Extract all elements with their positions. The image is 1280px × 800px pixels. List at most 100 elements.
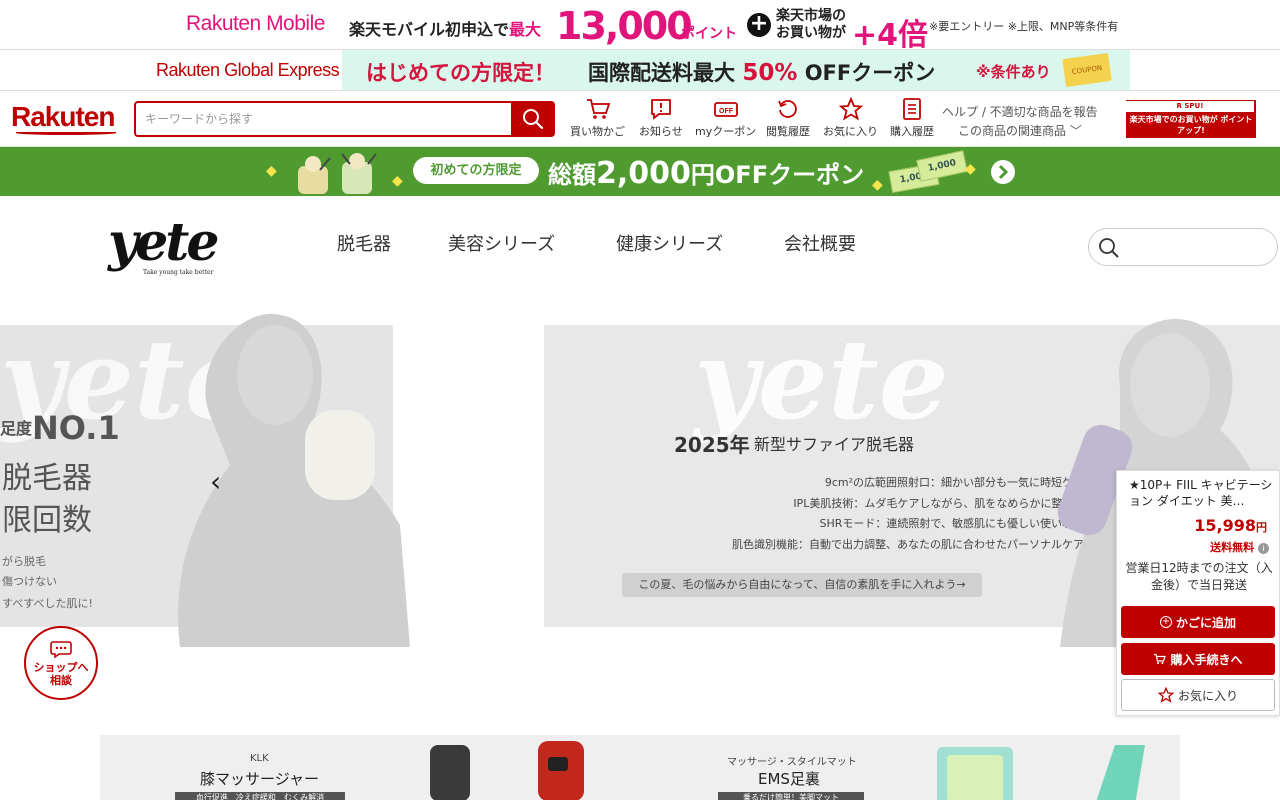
chat-label-line1: ショップへ: [33, 661, 89, 674]
ghost-logo: yete: [694, 315, 949, 444]
first-time-coupon-banner[interactable]: ◆ ◆ 初めての方限定 総額2,000円OFFクーポン 1,000 1,000 …: [0, 147, 1280, 196]
product-category-strip[interactable]: KLK 膝マッサージャー 血行促進 冷え症緩和 むくみ解消 マッサージ・スタイル…: [100, 735, 1180, 800]
carousel-prev-button[interactable]: ‹: [210, 465, 221, 498]
feature-item: SHRモード：連続照射で、敏感肌にも優しい使い心地: [819, 517, 1084, 530]
search-icon: [523, 109, 544, 130]
rakuten-mobile-logo: Rakuten Mobile: [186, 12, 325, 35]
plus-icon: +: [747, 13, 771, 37]
global-first-time-text: はじめての方限定！: [366, 61, 555, 85]
nav-browsing-history-label: 閲覧履歴: [766, 125, 810, 138]
slide-headline: 新型サファイア脱毛器: [754, 435, 915, 454]
coupon-icon: OFF: [713, 102, 738, 117]
search-button[interactable]: [511, 101, 555, 137]
ems-mat-image: [937, 745, 1145, 800]
feature-item: IPL美肌技術：ムダ毛ケアしながら、肌をなめらかに整える: [793, 496, 1084, 510]
left-line2: 限回数: [2, 503, 92, 538]
nav-cart-label: 買い物かご: [570, 125, 625, 138]
left-line1: 脱毛器: [2, 461, 92, 496]
shop-logo[interactable]: yete: [108, 212, 219, 273]
nav-my-coupon[interactable]: OFF myクーポン: [695, 97, 756, 139]
cart-price: 15,998円: [1194, 516, 1267, 535]
help-report-link[interactable]: ヘルプ / 不適切な商品を報告: [942, 103, 1098, 122]
nav-my-coupon-label: myクーポン: [695, 125, 757, 138]
shop-nav-hair-removal[interactable]: 脱毛器: [337, 230, 391, 256]
shop-nav-company[interactable]: 会社概要: [784, 230, 856, 256]
feature-item: 9cm²の広範囲照射口：細かい部分も一気に時短ケア: [824, 476, 1084, 489]
left-small2: 傷つけない: [2, 575, 57, 588]
spu-badge-top: R SPU!: [1126, 101, 1254, 112]
nav-favorites-label: お気に入り: [823, 125, 878, 138]
plus-circle-icon: +: [1159, 616, 1172, 628]
chat-label-line2: 相談: [50, 674, 72, 687]
nav-notifications-label: お知らせ: [639, 125, 683, 138]
bill-icon: 1,000: [916, 150, 968, 182]
history-icon: [778, 100, 797, 118]
global-condition-text: ※条件あり: [976, 63, 1051, 81]
global-express-banner[interactable]: Rakuten Global Express はじめての方限定！ 国際配送料最大…: [0, 50, 1280, 91]
related-products-link[interactable]: この商品の関連商品 ﹀: [942, 122, 1098, 141]
sparkle-icon: ◆: [965, 161, 976, 177]
left-small3: すべすべした肌に!: [2, 597, 93, 610]
cart-shipping: 送料無料 i: [1210, 539, 1269, 555]
nav-purchase-history-label: 購入履歴: [890, 125, 934, 138]
product-tags: 乗るだけ簡単！美脚マット: [718, 792, 864, 800]
slide-year: 2025年: [674, 433, 750, 457]
search-icon: [1099, 238, 1119, 258]
shop-nav-beauty[interactable]: 美容シリーズ: [448, 230, 555, 256]
nav-notifications[interactable]: お知らせ: [639, 97, 683, 139]
nav-favorites[interactable]: お気に入り: [823, 97, 878, 139]
search-input[interactable]: [136, 103, 511, 135]
arrow-right-icon[interactable]: [990, 159, 1016, 185]
banner-ichiba-text: 楽天市場の お買い物が: [776, 8, 846, 41]
knee-massager-image: [430, 741, 584, 800]
product-name: 膝マッサージャー: [200, 770, 319, 788]
slide-cta[interactable]: この夏、毛の悩みから自由になって、自信の素肌を手に入れよう→: [622, 573, 982, 597]
nav-purchase-history[interactable]: 購入履歴: [890, 97, 934, 139]
chevron-down-icon: ﹀: [1069, 124, 1082, 138]
banner-mobile-note: ※要エントリー ※上限、MNP等条件有: [929, 20, 1119, 33]
product-subtitle: マッサージ・スタイルマット: [727, 757, 857, 768]
rakuten-mobile-banner[interactable]: Rakuten Mobile 楽天モバイル初申込で最大 13,000 ポイント …: [0, 0, 1280, 53]
svg-text:OFF: OFF: [719, 108, 734, 115]
notification-icon: [650, 99, 671, 120]
first-time-pill: 初めての方限定: [413, 157, 539, 184]
search-box: [134, 101, 511, 137]
shop-tagline: Take young take better: [143, 269, 214, 276]
shop-header: yete Take young take better 脱毛器 美容シリーズ 健…: [0, 196, 1280, 306]
spu-badge-text: 楽天市場でのお買い物が ポイントアップ!: [1129, 115, 1253, 135]
shop-search-box[interactable]: [1088, 228, 1278, 266]
left-small1: がら脱毛: [2, 555, 46, 568]
global-discount-text: 国際配送料最大 50% OFFクーポン: [588, 60, 936, 86]
rank-text: NO.1: [32, 409, 120, 447]
favorite-button[interactable]: お気に入り: [1121, 679, 1275, 711]
nav-browsing-history[interactable]: 閲覧履歴: [766, 97, 810, 139]
star-icon: [838, 97, 863, 121]
banner-points-unit: ポイント: [681, 26, 737, 42]
rakuten-header: Rakuten 買い物かご お知らせ OFF myクーポン 閲覧履歴 お気に入り…: [0, 91, 1280, 147]
hero-carousel[interactable]: yete 足度 NO.1 脱毛器 限回数 がら脱毛 傷つけない すべすべした肌に…: [0, 305, 1280, 655]
rakuten-logo[interactable]: Rakuten: [11, 101, 115, 133]
banner-points-number: 13,000: [556, 4, 693, 48]
shop-chat-button[interactable]: ショップへ 相談: [24, 626, 98, 700]
cart-delivery-note: 営業日12時までの注文（入金後）で当日発送: [1125, 561, 1273, 592]
shop-nav-health[interactable]: 健康シリーズ: [616, 230, 723, 256]
nav-cart[interactable]: 買い物かご: [570, 97, 625, 139]
header-help-links: ヘルプ / 不適切な商品を報告 この商品の関連商品 ﹀: [942, 103, 1098, 141]
model-image-left: [178, 313, 410, 647]
chat-bubble-icon: [50, 641, 72, 659]
spu-badge[interactable]: R SPU! 楽天市場でのお買い物が ポイントアップ!: [1126, 100, 1256, 138]
product-brand: KLK: [250, 753, 269, 764]
global-express-logo: Rakuten Global Express: [156, 60, 340, 80]
info-icon[interactable]: i: [1258, 543, 1269, 554]
sparkle-icon: ◆: [872, 177, 883, 193]
sticky-cart-panel: ★10P+ FIIL キャビテーション ダイエット 美… 15,998円 送料無…: [1116, 470, 1280, 716]
sparkle-icon: ◆: [266, 163, 277, 179]
add-to-cart-button[interactable]: + かごに追加: [1121, 606, 1275, 638]
star-icon: [1157, 687, 1174, 703]
list-icon: [903, 98, 921, 120]
cart-product-name[interactable]: ★10P+ FIIL キャビテーション ダイエット 美…: [1129, 477, 1274, 509]
banner-multiplier: +4倍: [852, 18, 929, 53]
feature-list: 9cm²の広範囲照射口：細かい部分も一気に時短ケア IPL美肌技術：ムダ毛ケアし…: [544, 473, 1084, 555]
rakuten-logo-swoosh: [16, 131, 116, 135]
checkout-button[interactable]: 購入手続きへ: [1121, 643, 1275, 675]
